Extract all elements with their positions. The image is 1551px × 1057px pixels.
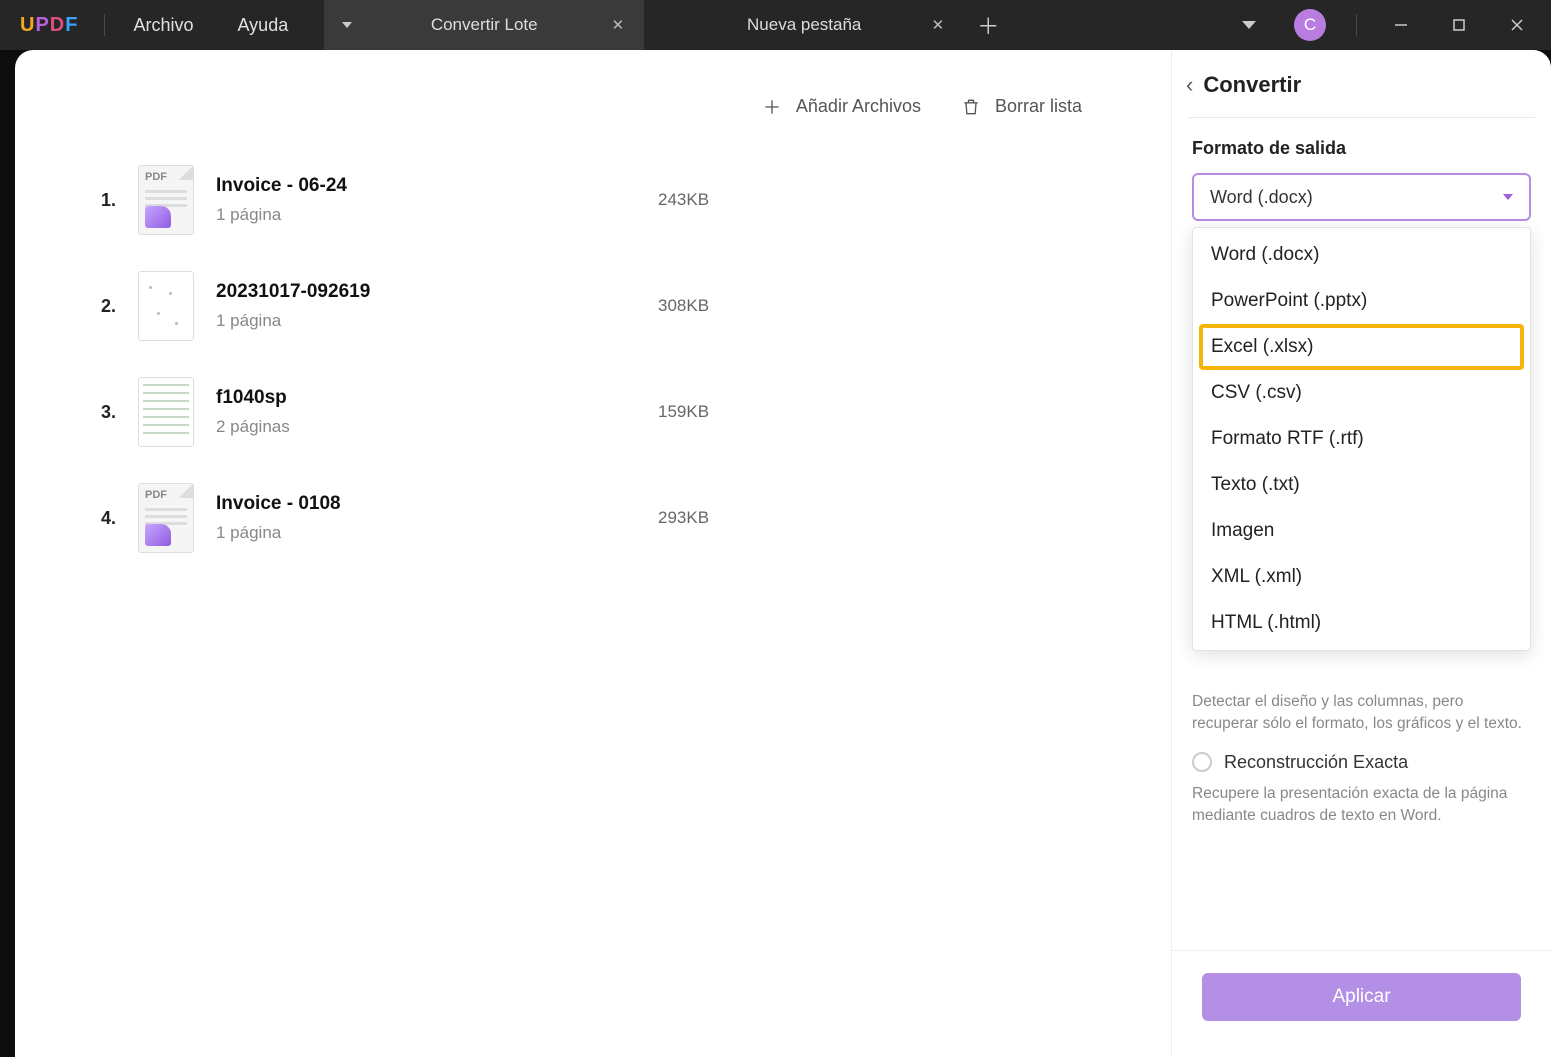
file-row[interactable]: 2. 20231017-092619 1 página 308KB <box>70 253 1116 359</box>
panel-header: ‹ Convertir <box>1172 50 1551 117</box>
plus-icon <box>762 97 782 117</box>
tab-nueva[interactable]: Nueva pestaña ✕ <box>644 0 964 50</box>
back-icon[interactable]: ‹ <box>1186 72 1193 98</box>
file-pages: 1 página <box>216 205 636 225</box>
option-description: Detectar el diseño y las columnas, pero … <box>1172 691 1551 736</box>
file-card: Añadir Archivos Borrar lista 1. Invoice -… <box>70 70 1116 611</box>
apply-button[interactable]: Aplicar <box>1202 973 1521 1021</box>
tab-label: Nueva pestaña <box>747 15 861 35</box>
panel-footer: Aplicar <box>1172 950 1551 1057</box>
trash-icon <box>961 97 981 117</box>
file-row[interactable]: 4. Invoice - 0108 1 página 293KB <box>70 465 1116 571</box>
clear-list-label: Borrar lista <box>995 96 1082 117</box>
format-option[interactable]: PowerPoint (.pptx) <box>1199 278 1524 324</box>
tab-close-icon[interactable]: ✕ <box>612 16 625 34</box>
option-description: Recupere la presentación exacta de la pá… <box>1172 779 1551 828</box>
chevron-down-icon[interactable] <box>1242 21 1256 29</box>
radio-icon <box>1192 752 1212 772</box>
tab-convertir-lote[interactable]: Convertir Lote ✕ <box>324 0 644 50</box>
tab-label: Convertir Lote <box>431 15 538 35</box>
new-tab-button[interactable]: ＋ <box>964 0 1012 50</box>
format-option[interactable]: CSV (.csv) <box>1199 370 1524 416</box>
format-option[interactable]: Word (.docx) <box>1199 232 1524 278</box>
menu-ayuda[interactable]: Ayuda <box>216 15 311 36</box>
format-option[interactable]: Texto (.txt) <box>1199 462 1524 508</box>
file-thumbnail <box>138 377 194 447</box>
file-list-pane: Añadir Archivos Borrar lista 1. Invoice -… <box>15 50 1171 1057</box>
file-row[interactable]: 1. Invoice - 06-24 1 página 243KB <box>70 147 1116 253</box>
file-name: f1040sp <box>216 387 636 409</box>
file-name: Invoice - 06-24 <box>216 175 636 197</box>
file-size: 159KB <box>658 402 778 422</box>
format-option[interactable]: Formato RTF (.rtf) <box>1199 416 1524 462</box>
add-files-button[interactable]: Añadir Archivos <box>762 96 921 117</box>
file-thumbnail <box>138 483 194 553</box>
panel-title: Convertir <box>1203 72 1301 98</box>
file-row[interactable]: 3. f1040sp 2 páginas 159KB <box>70 359 1116 465</box>
file-size: 308KB <box>658 296 778 316</box>
format-option[interactable]: Imagen <box>1199 508 1524 554</box>
file-name: 20231017-092619 <box>216 281 636 303</box>
tab-dropdown-icon[interactable] <box>342 22 352 28</box>
file-thumbnail <box>138 165 194 235</box>
file-thumbnail <box>138 271 194 341</box>
format-selected-value: Word (.docx) <box>1210 187 1313 208</box>
row-number: 1. <box>90 190 116 211</box>
file-pages: 2 páginas <box>216 417 636 437</box>
window-maximize-button[interactable] <box>1439 5 1479 45</box>
window-close-button[interactable] <box>1497 5 1537 45</box>
file-pages: 1 página <box>216 311 636 331</box>
file-name: Invoice - 0108 <box>216 493 636 515</box>
tab-close-icon[interactable]: ✕ <box>932 16 945 34</box>
format-select[interactable]: Word (.docx) <box>1192 173 1531 221</box>
convert-panel: ‹ Convertir Formato de salida Word (.doc… <box>1171 50 1551 1057</box>
row-number: 4. <box>90 508 116 529</box>
file-pages: 1 página <box>216 523 636 543</box>
clear-list-button[interactable]: Borrar lista <box>961 96 1082 117</box>
format-option[interactable]: HTML (.html) <box>1199 600 1524 646</box>
menu-archivo[interactable]: Archivo <box>111 15 215 36</box>
window-minimize-button[interactable] <box>1381 5 1421 45</box>
avatar[interactable]: C <box>1294 9 1326 41</box>
separator <box>104 14 105 36</box>
row-number: 2. <box>90 296 116 317</box>
app-logo: UPDF <box>0 14 98 37</box>
titlebar: UPDF Archivo Ayuda Convertir Lote ✕ Nuev… <box>0 0 1551 50</box>
format-dropdown: Word (.docx)PowerPoint (.pptx)Excel (.xl… <box>1192 227 1531 651</box>
radio-label: Reconstrucción Exacta <box>1224 752 1408 773</box>
chevron-down-icon <box>1503 194 1513 200</box>
exact-reconstruction-option[interactable]: Reconstrucción Exacta <box>1172 736 1551 779</box>
add-files-label: Añadir Archivos <box>796 96 921 117</box>
workspace: Añadir Archivos Borrar lista 1. Invoice -… <box>15 50 1551 1057</box>
file-size: 243KB <box>658 190 778 210</box>
format-option[interactable]: Excel (.xlsx) <box>1199 324 1524 370</box>
tab-bar: Convertir Lote ✕ Nueva pestaña ✕ ＋ <box>324 0 1012 50</box>
row-number: 3. <box>90 402 116 423</box>
format-option[interactable]: XML (.xml) <box>1199 554 1524 600</box>
file-actions: Añadir Archivos Borrar lista <box>70 80 1116 147</box>
separator <box>1356 14 1357 36</box>
file-size: 293KB <box>658 508 778 528</box>
format-label: Formato de salida <box>1172 118 1551 173</box>
titlebar-right: C <box>1228 5 1551 45</box>
